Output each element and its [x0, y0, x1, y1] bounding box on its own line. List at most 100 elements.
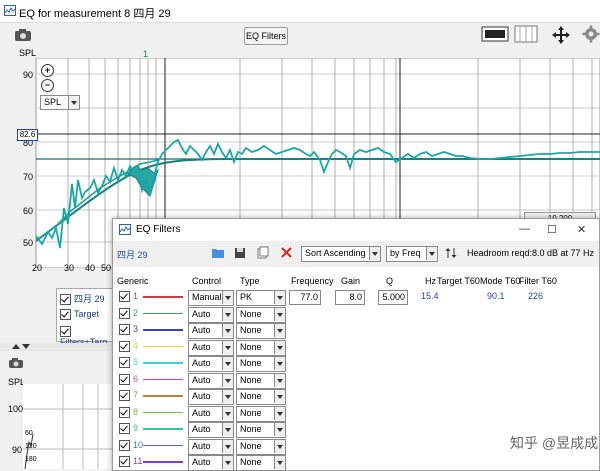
- chevron-down-icon[interactable]: [222, 324, 233, 337]
- filter-enable-checkbox[interactable]: [119, 390, 130, 401]
- filter-t60-value: 226: [528, 291, 544, 301]
- filter-control-select[interactable]: Auto: [188, 356, 234, 372]
- legend-item-target[interactable]: Target: [60, 309, 99, 323]
- sort-by-select[interactable]: by Freq: [386, 246, 438, 262]
- filter-control-select[interactable]: Auto: [188, 438, 234, 455]
- move-arrows-icon[interactable]: [549, 25, 573, 45]
- panel-splitter[interactable]: [0, 343, 116, 351]
- title-bar: EQ for measurement 8 四月 29: [0, 0, 600, 23]
- filter-control-select[interactable]: Auto: [188, 306, 234, 323]
- eq-filters-button[interactable]: EQ Filters: [244, 27, 288, 45]
- chevron-down-icon[interactable]: [369, 247, 380, 260]
- filter-number: 11: [133, 456, 143, 466]
- chevron-down-icon[interactable]: [222, 406, 233, 420]
- chevron-down-icon[interactable]: [222, 291, 233, 304]
- filter-row: 5 Auto None: [113, 355, 599, 372]
- filter-control-select[interactable]: Auto: [188, 389, 234, 405]
- chevron-down-icon[interactable]: [222, 456, 233, 469]
- minimize-icon[interactable]: —: [519, 223, 530, 235]
- filter-row: 4 Auto None: [113, 339, 599, 356]
- filter-type-select[interactable]: None: [236, 339, 286, 356]
- filter-type-select[interactable]: None: [236, 389, 286, 405]
- gear-icon[interactable]: [582, 25, 600, 43]
- filter-number: 6: [133, 373, 139, 384]
- chevron-down-icon[interactable]: [274, 390, 285, 403]
- chevron-down-icon[interactable]: [222, 307, 233, 321]
- chevron-down-icon[interactable]: [222, 439, 233, 453]
- chevron-down-icon[interactable]: [274, 340, 285, 354]
- lower-y-tick-90: 90: [12, 445, 23, 455]
- save-icon[interactable]: [234, 247, 246, 259]
- chevron-down-icon[interactable]: [222, 373, 233, 387]
- chevron-down-icon[interactable]: [274, 439, 285, 453]
- copy-icon[interactable]: [257, 246, 269, 259]
- filter-enable-checkbox[interactable]: [119, 307, 130, 319]
- sort-arrows-icon[interactable]: [445, 247, 457, 259]
- graph-layout-icon[interactable]: [481, 25, 509, 43]
- filter-enable-checkbox[interactable]: [119, 456, 130, 467]
- checkbox-icon[interactable]: [60, 309, 71, 321]
- chevron-down-icon[interactable]: [222, 423, 233, 436]
- filter-type-select[interactable]: None: [236, 306, 286, 323]
- filter-type-select[interactable]: None: [236, 372, 286, 389]
- chevron-down-icon[interactable]: [274, 324, 285, 337]
- filter-type-select[interactable]: None: [236, 438, 286, 455]
- filter-control-select[interactable]: Auto: [188, 405, 234, 422]
- filter-control-select[interactable]: Auto: [188, 339, 234, 356]
- chevron-down-icon[interactable]: [274, 423, 285, 436]
- chevron-down-icon[interactable]: [222, 340, 233, 354]
- zoom-in-button[interactable]: +: [41, 64, 54, 77]
- legend-item-filters-target[interactable]: Filters+Targ: [60, 326, 115, 347]
- filter-enable-checkbox[interactable]: [119, 439, 130, 451]
- y-axis-label: SPL: [19, 48, 37, 58]
- delete-icon[interactable]: [281, 247, 292, 258]
- legend-item-measurement[interactable]: 四月 29: [60, 292, 105, 306]
- filter-control-select[interactable]: Manual: [188, 290, 234, 306]
- chevron-down-icon[interactable]: [68, 96, 79, 109]
- filter-type-select[interactable]: None: [236, 323, 286, 339]
- gain-field[interactable]: 8.0: [335, 290, 365, 305]
- folder-icon[interactable]: [211, 247, 225, 259]
- chevron-down-icon[interactable]: [274, 307, 285, 321]
- frequency-field[interactable]: 77.0: [289, 290, 321, 305]
- filter-control-select[interactable]: Auto: [188, 372, 234, 389]
- chevron-down-icon[interactable]: [222, 390, 233, 403]
- legend-panel: 四月 29 Target Filters+Targ: [56, 288, 116, 347]
- filter-control-select[interactable]: Auto: [188, 422, 234, 438]
- chevron-down-icon[interactable]: [426, 247, 437, 260]
- q-field[interactable]: 5.000: [378, 290, 408, 305]
- y-tick-90: 90: [23, 70, 34, 80]
- sort-order-select[interactable]: Sort Ascending: [301, 246, 381, 262]
- lower-small-tick: 180: [25, 456, 37, 463]
- close-icon[interactable]: ✕: [577, 223, 586, 236]
- spl-selector-value: SPL: [44, 97, 62, 107]
- filter-enable-checkbox[interactable]: [119, 423, 130, 434]
- filter-enable-checkbox[interactable]: [119, 340, 130, 352]
- filter-enable-checkbox[interactable]: [119, 357, 130, 368]
- chevron-down-icon[interactable]: [274, 373, 285, 387]
- eq-window-toolbar: 四月 29 Sort Ascending by Freq Headroom re…: [113, 241, 599, 267]
- chevron-down-icon[interactable]: [274, 406, 285, 420]
- filter-type-select[interactable]: None: [236, 422, 286, 438]
- chevron-down-icon[interactable]: [274, 456, 285, 469]
- filter-enable-checkbox[interactable]: [119, 291, 130, 302]
- filter-type-select[interactable]: None: [236, 356, 286, 372]
- filter-enable-checkbox[interactable]: [119, 324, 130, 335]
- filter-enable-checkbox[interactable]: [119, 373, 130, 385]
- camera-icon[interactable]: [8, 357, 24, 369]
- maximize-icon[interactable]: ☐: [547, 223, 557, 236]
- splitter-arrows-icon[interactable]: [0, 343, 116, 351]
- chevron-down-icon[interactable]: [274, 357, 285, 370]
- frame-icon[interactable]: [514, 25, 538, 43]
- filter-type-select[interactable]: None: [236, 405, 286, 422]
- chevron-down-icon[interactable]: [274, 291, 285, 304]
- chevron-down-icon[interactable]: [222, 357, 233, 370]
- filter-enable-checkbox[interactable]: [119, 406, 130, 418]
- filter-control-select[interactable]: Auto: [188, 323, 234, 339]
- zoom-out-button[interactable]: −: [41, 79, 54, 92]
- filter-type-select[interactable]: PK: [236, 290, 286, 306]
- checkbox-icon[interactable]: [60, 294, 71, 306]
- camera-icon[interactable]: [14, 28, 32, 42]
- checkbox-icon[interactable]: [60, 326, 71, 338]
- spl-selector[interactable]: SPL: [40, 95, 80, 110]
